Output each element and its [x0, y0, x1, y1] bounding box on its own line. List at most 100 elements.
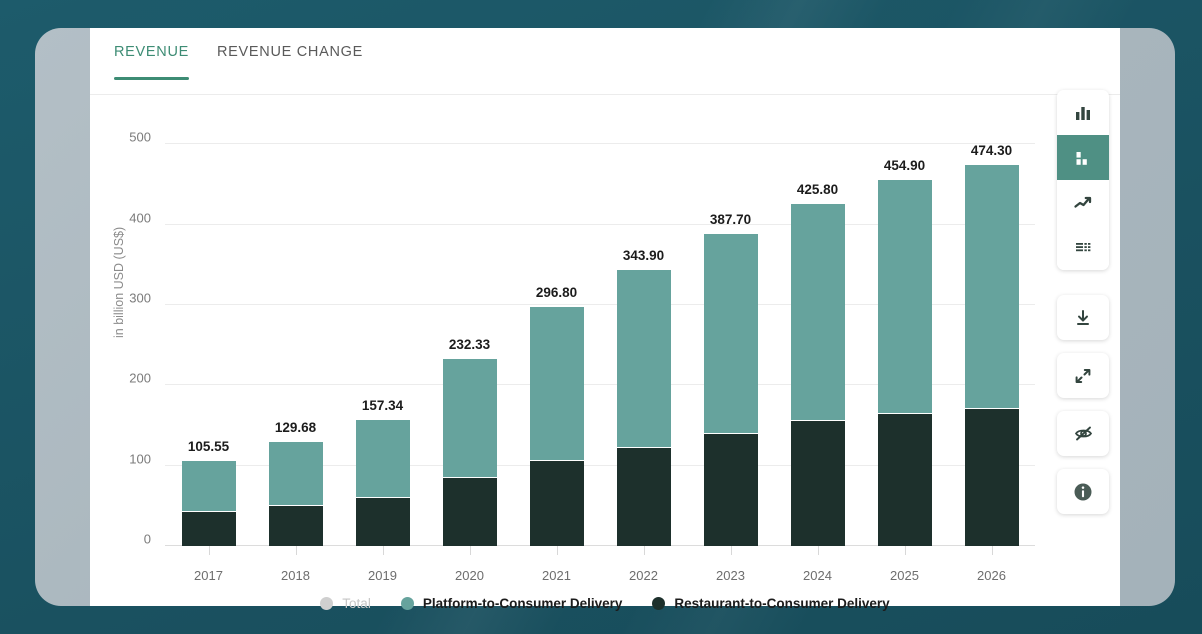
bar-column: 105.55: [165, 120, 252, 546]
x-axis-tickmark: [339, 546, 426, 555]
stacked-bar[interactable]: [442, 359, 497, 546]
x-axis-tick-label: 2025: [890, 568, 919, 583]
x-axis-tick-label: 2018: [281, 568, 310, 583]
bar-segment-restaurant[interactable]: [790, 419, 845, 546]
x-axis-tick-label: 2020: [455, 568, 484, 583]
bar-value-label: 157.34: [361, 397, 404, 413]
x-axis-tickmarks: [165, 546, 1035, 555]
y-axis-tick-label: 0: [143, 531, 151, 547]
download-button[interactable]: [1057, 295, 1109, 340]
stacked-bar[interactable]: [268, 441, 323, 546]
stacked-bar[interactable]: [529, 307, 584, 546]
bar-segment-platform[interactable]: [877, 180, 932, 414]
legend-color-dot: [320, 597, 334, 610]
bar-column: 474.30: [948, 120, 1035, 546]
bar-value-label: 474.30: [970, 142, 1013, 158]
chart-legend: Total Platform-to-Consumer Delivery Restau…: [90, 596, 1120, 611]
bar-segment-restaurant[interactable]: [616, 446, 671, 546]
x-axis-tick-label: 2021: [542, 568, 571, 583]
bar-segment-platform[interactable]: [442, 359, 497, 477]
stacked-bar[interactable]: [616, 269, 671, 546]
legend-item[interactable]: Total: [320, 596, 371, 611]
bar-segment-platform[interactable]: [355, 419, 410, 497]
stacked-bar[interactable]: [964, 164, 1019, 546]
x-axis-tick-label: 2024: [803, 568, 832, 583]
stacked-bar-chart-button[interactable]: [1057, 135, 1109, 180]
bar-chart-icon: [1074, 103, 1093, 122]
bar-segment-platform[interactable]: [268, 441, 323, 506]
x-axis-tickmark: [600, 546, 687, 555]
tab-revenue-change[interactable]: REVENUE CHANGE: [203, 28, 377, 60]
y-axis-title: in billion USD (US$): [112, 226, 126, 338]
bar-segment-restaurant[interactable]: [703, 433, 758, 546]
legend-label: Total: [342, 596, 371, 611]
bar-value-label: 343.90: [622, 247, 665, 263]
expand-button[interactable]: [1057, 353, 1109, 398]
x-axis-labels: 2017 2018 2019 2020 2021 2022 2023 2024 2025 2026: [165, 568, 1035, 583]
bar-segment-restaurant[interactable]: [355, 496, 410, 546]
bar-segment-platform[interactable]: [529, 307, 584, 460]
x-axis-tick-label: 2026: [977, 568, 1006, 583]
x-axis-tick-label: 2022: [629, 568, 658, 583]
legend-label: Restaurant-to-Consumer Delivery: [674, 596, 890, 611]
bar-segment-platform[interactable]: [703, 234, 758, 434]
bar-column: 387.70: [687, 120, 774, 546]
y-axis-tick-label: 400: [129, 210, 151, 225]
bar-column: 129.68: [252, 120, 339, 546]
stacked-bar[interactable]: [703, 234, 758, 546]
x-axis-tickmark: [687, 546, 774, 555]
y-axis-tick-label: 100: [129, 451, 151, 467]
stacked-bar[interactable]: [877, 180, 932, 546]
legend-item[interactable]: Restaurant-to-Consumer Delivery: [652, 596, 890, 611]
bar-chart-button[interactable]: [1057, 90, 1109, 135]
legend-color-dot: [400, 597, 414, 610]
tab-revenue[interactable]: REVENUE: [100, 28, 203, 80]
x-axis-tickmark: [165, 546, 252, 555]
stacked-bar[interactable]: [181, 461, 236, 546]
expand-icon: [1073, 366, 1093, 386]
info-icon: [1072, 481, 1094, 503]
bar-segment-platform[interactable]: [616, 269, 671, 447]
bar-segment-restaurant[interactable]: [877, 413, 932, 546]
x-axis-tick-label: 2019: [368, 568, 397, 583]
x-axis-tickmark: [513, 546, 600, 555]
legend-label: Platform-to-Consumer Delivery: [422, 596, 623, 611]
table-button[interactable]: [1057, 225, 1109, 270]
bar-column: 157.34: [339, 120, 426, 546]
tab-bar: REVENUE REVENUE CHANGE: [90, 28, 1120, 95]
chart-toolbar: [1057, 90, 1109, 514]
bar-value-label: 387.70: [709, 212, 752, 228]
bar-value-label: 232.33: [448, 337, 491, 353]
bar-segment-restaurant[interactable]: [442, 476, 497, 546]
bar-series: 105.55 129.68 157.34 232.33 296.80 343.90 387.…: [165, 120, 1035, 546]
bar-column: 343.90: [600, 120, 687, 546]
x-axis-tick-label: 2017: [194, 568, 223, 583]
stacked-bar[interactable]: [790, 203, 845, 546]
legend-item[interactable]: Platform-to-Consumer Delivery: [400, 596, 623, 611]
info-button[interactable]: [1057, 469, 1109, 514]
bar-segment-restaurant[interactable]: [964, 407, 1019, 546]
bar-segment-platform[interactable]: [790, 203, 845, 420]
bar-segment-restaurant[interactable]: [181, 511, 236, 546]
tab-revenue-change-label: REVENUE CHANGE: [217, 44, 363, 60]
y-axis-tick-label: 200: [129, 370, 151, 386]
x-axis-tick-label: 2023: [716, 568, 745, 583]
bar-column: 425.80: [774, 120, 861, 546]
bar-value-label: 129.68: [274, 419, 317, 435]
table-icon: [1074, 238, 1093, 257]
stacked-bar[interactable]: [355, 419, 410, 546]
bar-segment-restaurant[interactable]: [529, 460, 584, 546]
bar-segment-platform[interactable]: [964, 164, 1019, 408]
bar-value-label: 105.55: [187, 439, 230, 455]
eye-off-icon: [1073, 423, 1094, 444]
bar-column: 232.33: [426, 120, 513, 546]
line-chart-button[interactable]: [1057, 180, 1109, 225]
bar-value-label: 296.80: [535, 285, 578, 301]
bar-column: 296.80: [513, 120, 600, 546]
hide-button[interactable]: [1057, 411, 1109, 456]
x-axis-tickmark: [426, 546, 513, 555]
bar-segment-restaurant[interactable]: [268, 505, 323, 546]
x-axis-tickmark: [948, 546, 1035, 555]
bar-column: 454.90: [861, 120, 948, 546]
bar-segment-platform[interactable]: [181, 461, 236, 512]
